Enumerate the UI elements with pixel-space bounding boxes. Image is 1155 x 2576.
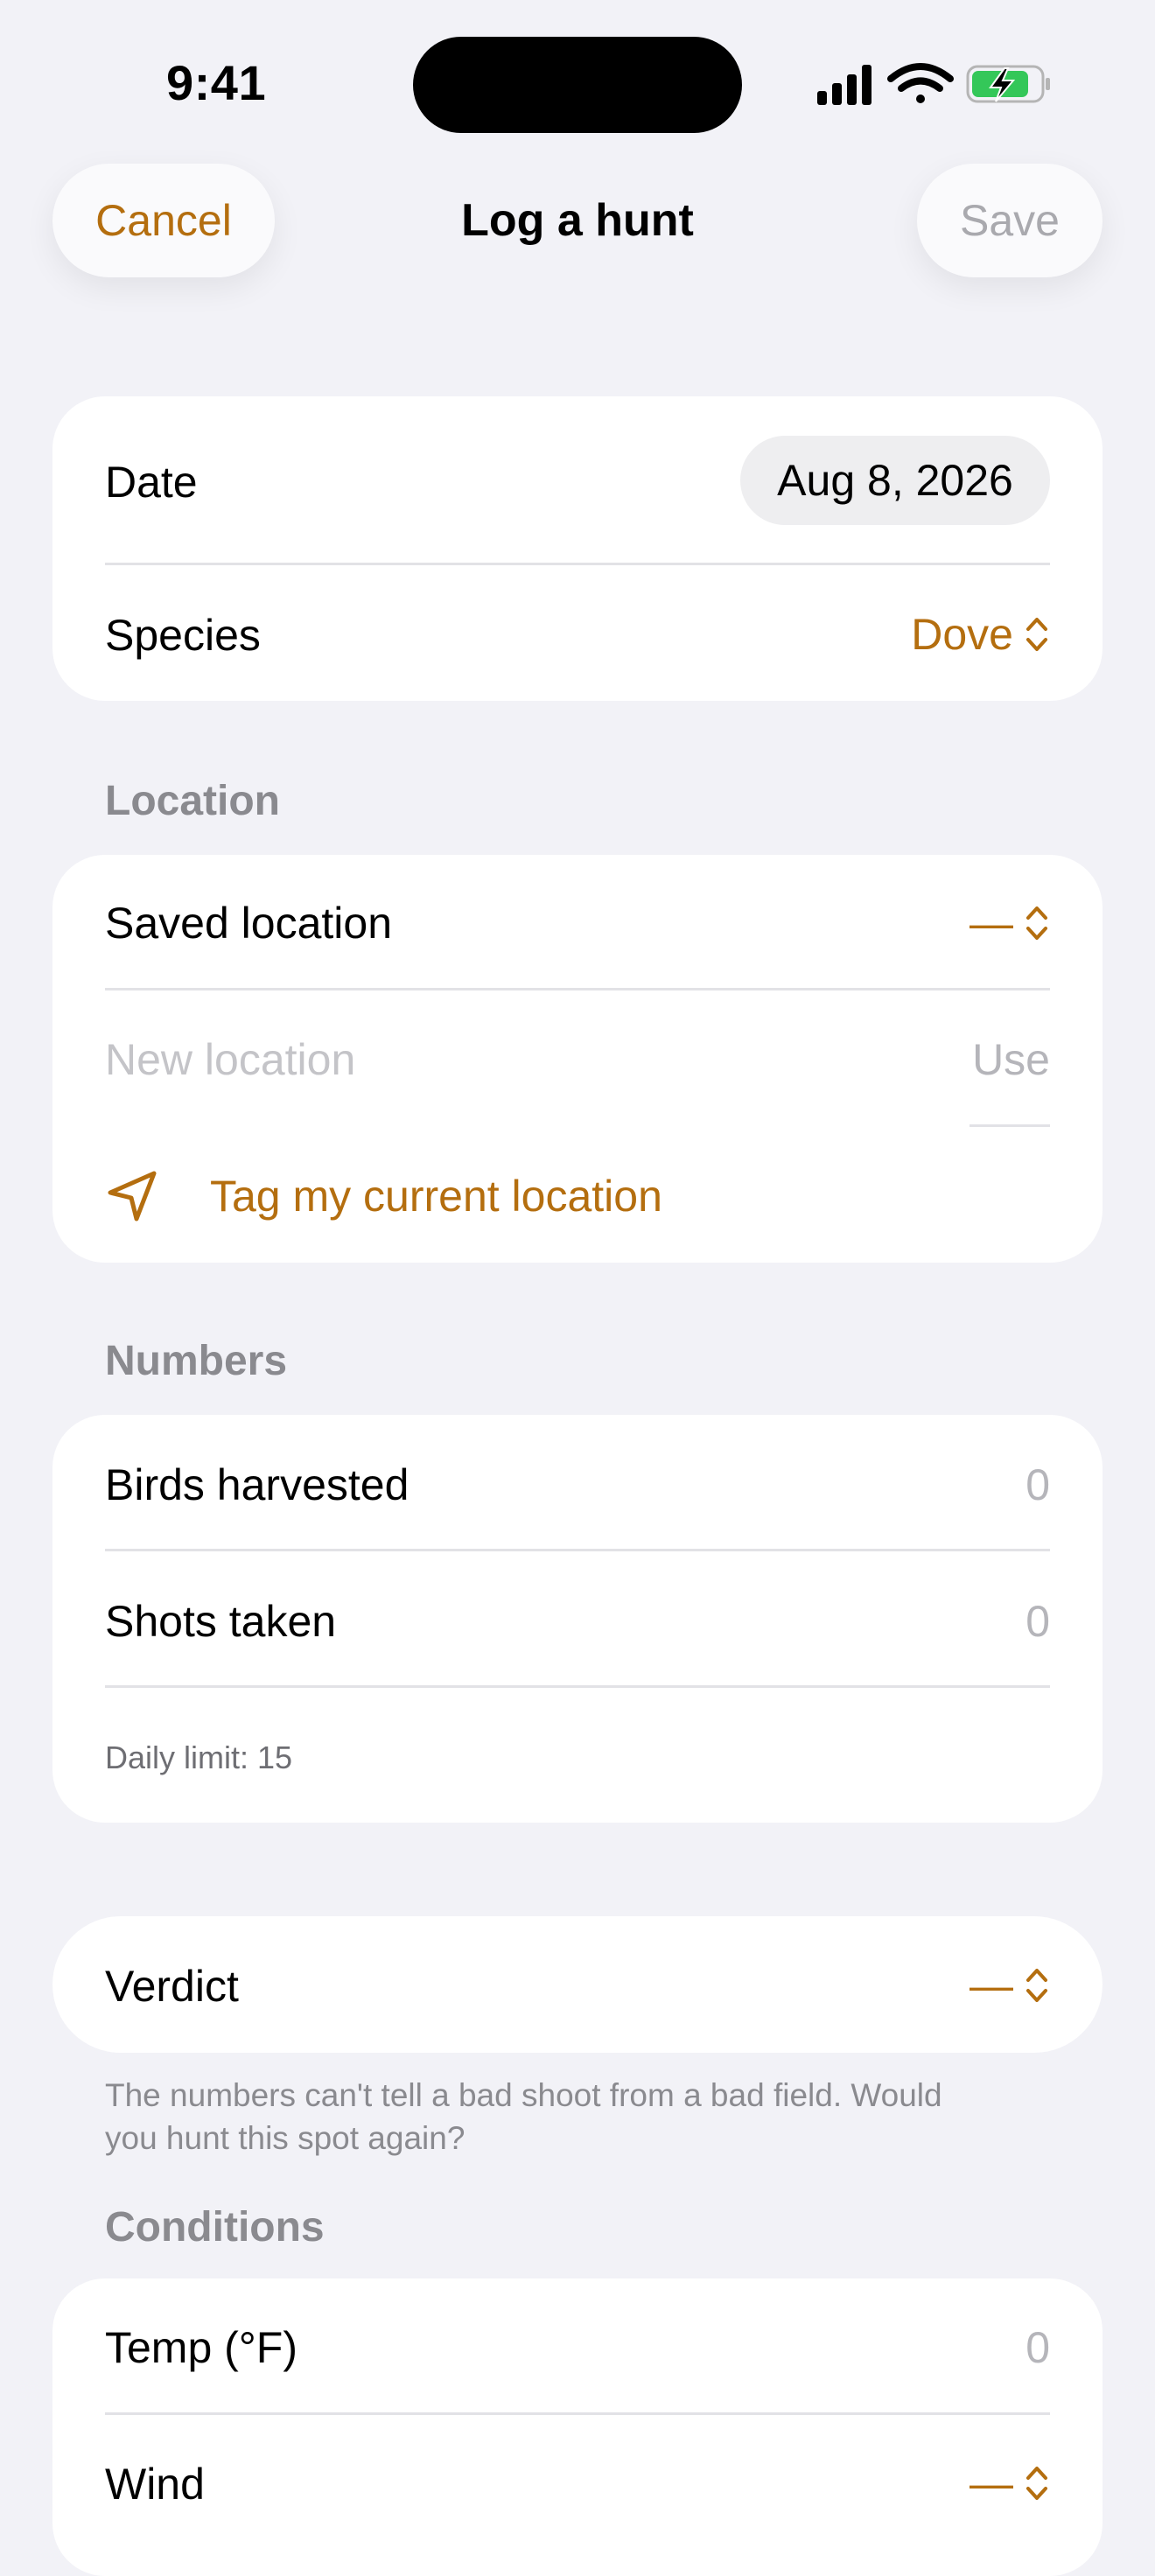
- status-time: 9:41: [166, 55, 267, 110]
- battery-charging-icon: [966, 65, 1050, 103]
- divider: [105, 988, 1050, 990]
- wind-picker[interactable]: —: [928, 2453, 1050, 2514]
- temp-input[interactable]: 0: [962, 2322, 1050, 2373]
- new-location-input[interactable]: New location: [105, 1034, 805, 1085]
- cellular-signal-icon: [817, 65, 872, 105]
- temp-label: Temp (°F): [105, 2323, 298, 2372]
- birds-harvested-label: Birds harvested: [105, 1460, 410, 1509]
- chevron-up-down-icon: [1026, 906, 1047, 940]
- shots-taken-label: Shots taken: [105, 1597, 337, 1646]
- tag-location-button[interactable]: Tag my current location: [105, 1161, 718, 1231]
- saved-location-label: Saved location: [105, 899, 393, 948]
- divider: [105, 1685, 1050, 1688]
- wifi-icon: [887, 63, 954, 103]
- dynamic-island: [413, 37, 742, 133]
- tag-location-label: Tag my current location: [210, 1172, 662, 1221]
- divider: [105, 563, 1050, 565]
- verdict-picker[interactable]: —: [928, 1955, 1050, 2016]
- use-location-button[interactable]: Use: [971, 1034, 1050, 1085]
- verdict-label: Verdict: [105, 1962, 239, 2011]
- date-picker[interactable]: Aug 8, 2026: [740, 436, 1050, 525]
- date-label: Date: [105, 458, 198, 507]
- wind-label: Wind: [105, 2460, 205, 2509]
- location-section-header: Location: [105, 778, 280, 824]
- verdict-value: —: [970, 1961, 1013, 2010]
- verdict-footnote: The numbers can't tell a bad shoot from …: [105, 2074, 1068, 2160]
- numbers-section-header: Numbers: [105, 1338, 288, 1384]
- birds-harvested-input[interactable]: 0: [962, 1460, 1050, 1510]
- species-label: Species: [105, 611, 261, 660]
- chevron-up-down-icon: [1026, 618, 1047, 651]
- saved-location-value: —: [970, 899, 1013, 948]
- verdict-note-line-1: The numbers can't tell a bad shoot from …: [105, 2077, 942, 2113]
- verdict-note-line-2: you hunt this spot again?: [105, 2120, 466, 2156]
- divider: [105, 2412, 1050, 2415]
- chevron-up-down-icon: [1026, 1969, 1047, 2002]
- wind-value: —: [970, 2459, 1013, 2508]
- save-button[interactable]: Save: [917, 164, 1102, 277]
- saved-location-picker[interactable]: —: [928, 892, 1050, 954]
- conditions-section-header: Conditions: [105, 2204, 325, 2250]
- daily-limit-note: Daily limit: 15: [105, 1740, 293, 1775]
- status-icons: [817, 63, 1050, 105]
- species-value: Dove: [911, 610, 1013, 659]
- species-picker[interactable]: Dove: [875, 604, 1050, 665]
- use-underline: [970, 1124, 1050, 1127]
- location-arrow-icon: [108, 1171, 157, 1222]
- shots-taken-input[interactable]: 0: [962, 1596, 1050, 1647]
- divider: [105, 1549, 1050, 1551]
- chevron-up-down-icon: [1026, 2467, 1047, 2500]
